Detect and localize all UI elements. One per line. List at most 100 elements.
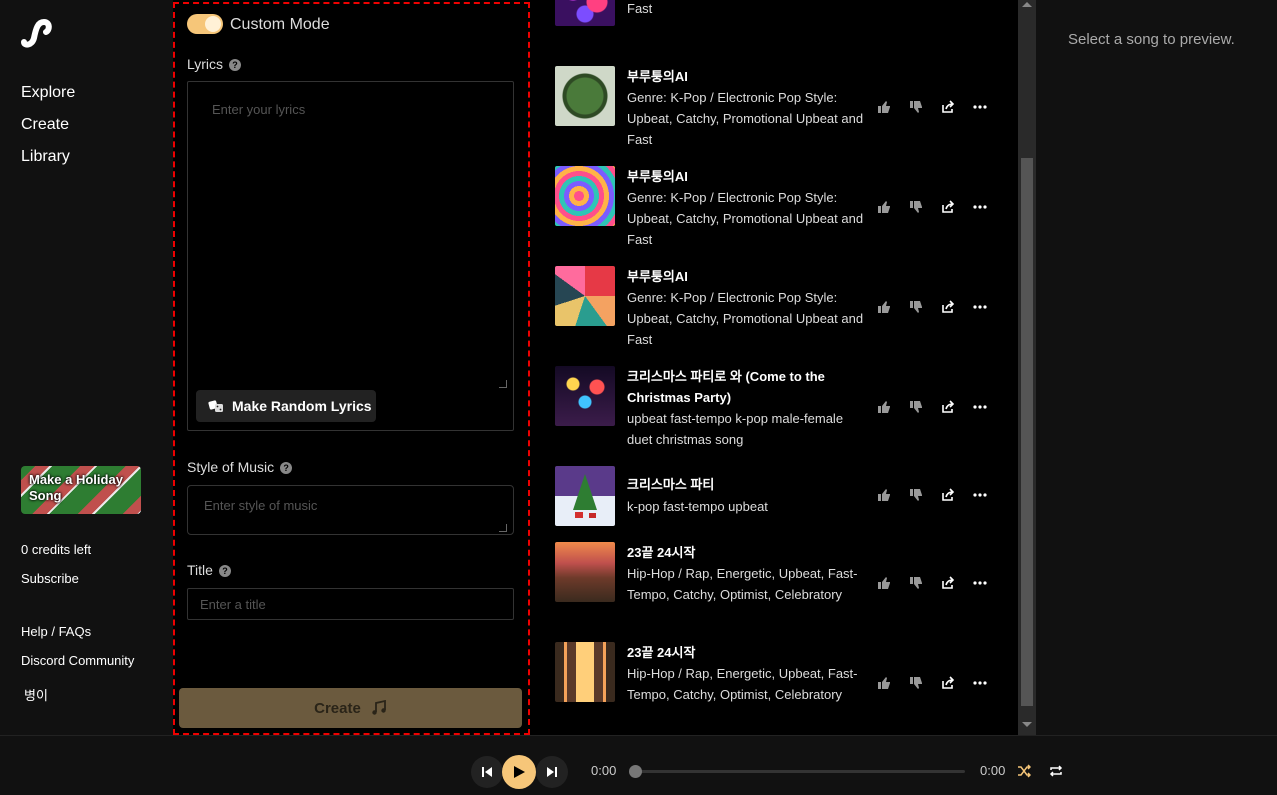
scroll-up-icon[interactable] bbox=[1022, 2, 1032, 7]
share-icon[interactable] bbox=[939, 98, 957, 116]
share-icon[interactable] bbox=[939, 198, 957, 216]
music-note-icon bbox=[372, 700, 386, 715]
song-thumbnail[interactable] bbox=[555, 642, 615, 702]
title-input[interactable]: Enter a title bbox=[187, 588, 514, 620]
thumbs-up-icon[interactable] bbox=[875, 398, 893, 416]
thumbs-up-icon[interactable] bbox=[875, 298, 893, 316]
shuffle-icon[interactable] bbox=[1016, 763, 1032, 779]
nav-create[interactable]: Create bbox=[21, 116, 69, 134]
scroll-down-icon[interactable] bbox=[1022, 722, 1032, 727]
create-panel: Custom Mode Lyrics? Enter your lyrics Ma… bbox=[173, 2, 530, 735]
resize-handle-icon[interactable] bbox=[499, 380, 507, 388]
song-title[interactable]: 부루퉁의AI bbox=[627, 166, 867, 187]
previous-track-icon[interactable] bbox=[471, 756, 503, 788]
song-thumbnail[interactable] bbox=[555, 66, 615, 126]
style-placeholder: Enter style of music bbox=[204, 498, 318, 513]
thumbs-up-icon[interactable] bbox=[875, 98, 893, 116]
dice-icon bbox=[208, 400, 223, 412]
sidebar: Explore Create Library Make a Holiday So… bbox=[0, 0, 173, 735]
play-icon bbox=[514, 766, 525, 778]
thumbs-down-icon[interactable] bbox=[907, 298, 925, 316]
song-title[interactable]: 부루퉁의AI bbox=[627, 66, 867, 87]
play-button[interactable] bbox=[502, 755, 536, 789]
thumbs-down-icon[interactable] bbox=[907, 486, 925, 504]
share-icon[interactable] bbox=[939, 398, 957, 416]
more-icon[interactable] bbox=[971, 298, 989, 316]
title-label: Title? bbox=[187, 562, 231, 578]
repeat-icon[interactable] bbox=[1048, 763, 1064, 779]
song-actions bbox=[875, 486, 989, 504]
song-title[interactable]: 부루퉁의AI bbox=[627, 266, 867, 287]
song-title[interactable]: 크리스마스 파티 bbox=[627, 474, 867, 495]
thumbs-up-icon[interactable] bbox=[875, 486, 893, 504]
subscribe-link[interactable]: Subscribe bbox=[21, 571, 79, 586]
current-time: 0:00 bbox=[591, 763, 617, 778]
share-icon[interactable] bbox=[939, 486, 957, 504]
resize-handle-icon[interactable] bbox=[499, 524, 507, 532]
thumbs-down-icon[interactable] bbox=[907, 398, 925, 416]
make-holiday-song-button[interactable]: Make a Holiday Song bbox=[21, 466, 141, 514]
duration-time: 0:00 bbox=[980, 763, 1006, 778]
progress-slider[interactable] bbox=[629, 765, 965, 778]
song-list: Genre: K-Pop / Electronic Pop Style: Upb… bbox=[530, 0, 1018, 735]
song-actions bbox=[875, 198, 989, 216]
lyrics-placeholder: Enter your lyrics bbox=[212, 102, 306, 117]
scroll-thumb[interactable] bbox=[1021, 158, 1033, 706]
thumbs-up-icon[interactable] bbox=[875, 674, 893, 692]
song-thumbnail[interactable] bbox=[555, 466, 615, 526]
progress-knob[interactable] bbox=[629, 765, 642, 778]
custom-mode-toggle[interactable] bbox=[187, 14, 223, 34]
tree-image bbox=[573, 474, 597, 518]
thumbs-up-icon[interactable] bbox=[875, 198, 893, 216]
help-icon[interactable]: ? bbox=[218, 565, 231, 577]
song-description: Genre: K-Pop / Electronic Pop Style: Upb… bbox=[627, 90, 864, 147]
song-description: Genre: K-Pop / Electronic Pop Style: Upb… bbox=[627, 290, 864, 347]
thumbs-down-icon[interactable] bbox=[907, 574, 925, 592]
style-of-music-input[interactable]: Enter style of music bbox=[187, 485, 514, 535]
more-icon[interactable] bbox=[971, 98, 989, 116]
player-bar: 0:00 0:00 bbox=[0, 735, 1277, 795]
share-icon[interactable] bbox=[939, 298, 957, 316]
more-icon[interactable] bbox=[971, 198, 989, 216]
discord-community-link[interactable]: Discord Community bbox=[21, 653, 134, 668]
help-faqs-link[interactable]: Help / FAQs bbox=[21, 624, 91, 639]
thumbs-down-icon[interactable] bbox=[907, 98, 925, 116]
song-thumbnail[interactable] bbox=[555, 542, 615, 602]
preview-placeholder: Select a song to preview. bbox=[1068, 31, 1235, 48]
song-thumbnail[interactable] bbox=[555, 266, 615, 326]
song-thumbnail[interactable] bbox=[555, 166, 615, 226]
more-icon[interactable] bbox=[971, 574, 989, 592]
more-icon[interactable] bbox=[971, 674, 989, 692]
user-name[interactable]: 병이 bbox=[24, 685, 48, 704]
lyrics-label: Lyrics? bbox=[187, 56, 242, 72]
make-random-lyrics-label: Make Random Lyrics bbox=[232, 398, 372, 414]
make-random-lyrics-button[interactable]: Make Random Lyrics bbox=[196, 390, 376, 422]
create-button[interactable]: Create bbox=[179, 688, 522, 728]
song-actions bbox=[875, 298, 989, 316]
song-title[interactable]: 23끝 24시작 bbox=[627, 542, 867, 563]
create-button-label: Create bbox=[314, 699, 361, 717]
nav-library[interactable]: Library bbox=[21, 148, 70, 166]
song-actions bbox=[875, 674, 989, 692]
scrollbar[interactable] bbox=[1018, 0, 1036, 735]
next-track-icon[interactable] bbox=[536, 756, 568, 788]
song-actions bbox=[875, 398, 989, 416]
lyrics-textarea[interactable]: Enter your lyrics Make Random Lyrics bbox=[187, 81, 514, 431]
song-description: Genre: K-Pop / Electronic Pop Style: Upb… bbox=[627, 190, 864, 247]
share-icon[interactable] bbox=[939, 574, 957, 592]
thumbs-down-icon[interactable] bbox=[907, 198, 925, 216]
more-icon[interactable] bbox=[971, 398, 989, 416]
style-of-music-label: Style of Music? bbox=[187, 459, 293, 475]
help-icon[interactable]: ? bbox=[229, 59, 242, 71]
song-title[interactable]: 23끝 24시작 bbox=[627, 642, 867, 663]
more-icon[interactable] bbox=[971, 486, 989, 504]
nav-explore[interactable]: Explore bbox=[21, 84, 75, 102]
song-thumbnail[interactable] bbox=[555, 0, 615, 26]
thumbs-down-icon[interactable] bbox=[907, 674, 925, 692]
suno-logo-icon[interactable] bbox=[20, 18, 52, 50]
song-title[interactable]: 크리스마스 파티로 와 (Come to the Christmas Party… bbox=[627, 366, 867, 408]
help-icon[interactable]: ? bbox=[280, 462, 293, 474]
share-icon[interactable] bbox=[939, 674, 957, 692]
thumbs-up-icon[interactable] bbox=[875, 574, 893, 592]
song-thumbnail[interactable] bbox=[555, 366, 615, 426]
